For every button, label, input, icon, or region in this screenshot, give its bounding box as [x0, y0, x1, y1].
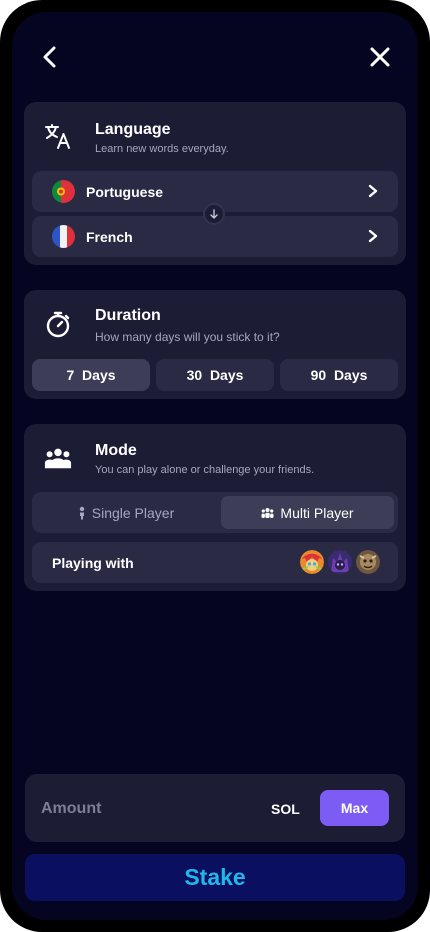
duration-option-unit: Days: [209, 367, 244, 383]
france-flag-icon: [52, 225, 75, 248]
mode-title: Mode: [95, 442, 137, 459]
duration-option-unit: Days: [333, 367, 368, 383]
chevron-right-icon: [368, 184, 378, 198]
language-card: Language Learn new words everyday. Portu…: [24, 102, 406, 265]
mode-card: Mode You can play alone or challenge you…: [24, 424, 406, 591]
person-icon: [79, 506, 84, 519]
stake-button[interactable]: Stake: [25, 854, 405, 901]
language-title: Language: [95, 121, 171, 138]
swap-languages-button[interactable]: [203, 203, 225, 225]
multi-player-label: Multi Player: [280, 504, 354, 521]
mode-subtitle: You can play alone or challenge your fri…: [95, 464, 315, 476]
max-button[interactable]: Max: [320, 790, 389, 826]
avatar: [328, 550, 352, 574]
amount-field[interactable]: Amount SOL Max: [25, 774, 405, 842]
group-icon: [44, 444, 72, 472]
duration-option-number: 7: [66, 367, 75, 383]
amount-placeholder: Amount: [41, 800, 102, 817]
single-player-label: Single Player: [91, 504, 175, 521]
chevron-right-icon: [368, 229, 378, 243]
app-screen: Language Learn new words everyday. Portu…: [12, 12, 418, 920]
phone-frame: Language Learn new words everyday. Portu…: [0, 0, 430, 932]
close-icon: [370, 47, 390, 67]
duration-card: Duration How many days will you stick to…: [24, 290, 406, 399]
duration-option-number: 90: [310, 367, 327, 383]
duration-subtitle: How many days will you stick to it?: [95, 330, 280, 344]
currency-label: SOL: [271, 801, 300, 817]
chevron-left-icon: [43, 46, 56, 68]
language-subtitle: Learn new words everyday.: [95, 143, 229, 155]
duration-option-30[interactable]: 30 Days: [156, 359, 274, 391]
source-language-label: Portuguese: [86, 184, 164, 200]
group-icon: [261, 507, 274, 518]
arrow-down-icon: [210, 209, 218, 219]
duration-option-90[interactable]: 90 Days: [280, 359, 398, 391]
close-button[interactable]: [363, 40, 397, 74]
duration-option-unit: Days: [82, 367, 116, 383]
duration-title: Duration: [95, 307, 161, 324]
avatar: [300, 550, 324, 574]
target-language-label: French: [86, 229, 133, 245]
duration-option-number: 30: [186, 367, 203, 383]
multi-player-option[interactable]: Multi Player: [221, 496, 394, 529]
back-button[interactable]: [33, 40, 67, 74]
portugal-flag-icon: [52, 180, 75, 203]
avatar: [356, 550, 380, 574]
single-player-option[interactable]: Single Player: [36, 496, 216, 529]
playing-with-row[interactable]: Playing with: [32, 542, 398, 583]
player-mode-toggle: Single Player Multi Player: [32, 492, 398, 533]
duration-option-7[interactable]: 7 Days: [32, 359, 150, 391]
stopwatch-icon: [44, 310, 72, 338]
translate-icon: [44, 122, 72, 150]
playing-with-label: Playing with: [52, 555, 134, 571]
